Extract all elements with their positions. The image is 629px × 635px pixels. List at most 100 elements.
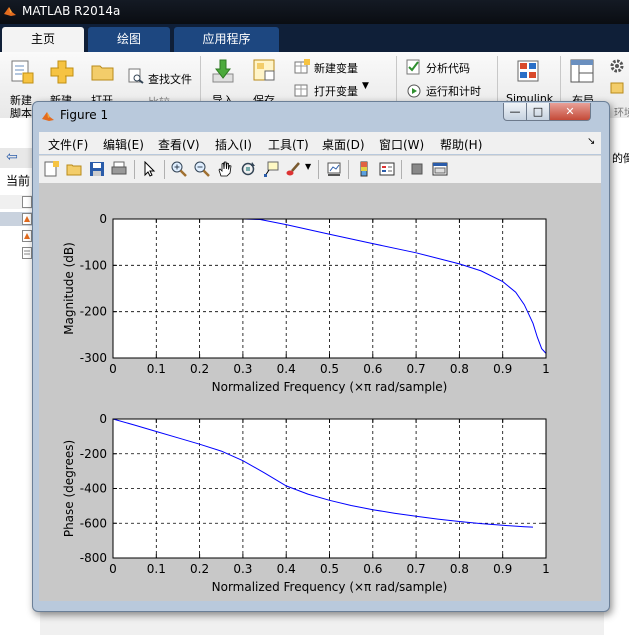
figure-matlab-icon [42, 112, 54, 121]
minimize-button[interactable]: — [503, 103, 527, 121]
x-tick-label: 0.7 [407, 562, 426, 576]
menu-edit[interactable]: 编辑(E) [103, 136, 144, 153]
matlab-title-bar: MATLAB R2014a [0, 0, 629, 24]
open-variable-dropdown-icon[interactable]: ▼ [362, 81, 369, 91]
y-tick-label: 0 [99, 212, 107, 226]
y-tick-label: -200 [80, 447, 107, 461]
brush-icon[interactable] [286, 161, 302, 177]
toolbar-separator [318, 160, 319, 179]
x-tick-label: 0.9 [493, 562, 512, 576]
data-cursor-icon[interactable] [263, 161, 279, 177]
tab-apps[interactable]: 应用程序 [174, 27, 279, 52]
set-path-icon[interactable] [610, 82, 624, 94]
show-plot-tools-icon[interactable] [432, 161, 448, 177]
new-variable-icon[interactable] [294, 59, 310, 75]
pointer-icon[interactable] [142, 161, 158, 177]
preferences-gear-icon[interactable] [609, 58, 625, 74]
matlab-logo-icon [4, 7, 16, 16]
x-tick-label: 0.4 [277, 562, 296, 576]
tab-plots[interactable]: 绘图 [88, 27, 170, 52]
file-row-selected[interactable] [0, 212, 36, 226]
x-tick-label: 0.1 [147, 562, 166, 576]
x-tick-label: 0 [109, 362, 117, 376]
toolbar-separator [134, 160, 135, 179]
y-tick-label: -200 [80, 305, 107, 319]
x-tick-label: 0.8 [450, 562, 469, 576]
open-file-icon[interactable] [66, 161, 82, 177]
back-arrow-icon[interactable]: ⇦ [6, 149, 18, 165]
figure-canvas[interactable]: 0 0.1 0.2 0.3 0.4 0.5 0.6 0.7 0.8 0.9 1 0 -100 -200 -3… [39, 183, 601, 601]
x-tick-label: 0.5 [320, 362, 339, 376]
menu-window[interactable]: 窗口(W) [379, 136, 424, 153]
legend-icon[interactable] [379, 161, 395, 177]
figure-window[interactable]: Figure 1 — □ ✕ 文件(F) 编辑(E) 查看(V) 插入(I) 工… [32, 101, 610, 612]
y-tick-label: -400 [80, 482, 107, 496]
zoom-in-icon[interactable] [171, 161, 187, 177]
x-axis-label: Normalized Frequency (×π rad/sample) [212, 380, 448, 394]
close-button[interactable]: ✕ [549, 103, 591, 121]
save-workspace-icon[interactable] [253, 59, 277, 83]
y-tick-label: -600 [80, 516, 107, 530]
x-tick-label: 0.4 [277, 362, 296, 376]
new-script-icon[interactable] [10, 59, 34, 85]
x-tick-label: 0.3 [233, 362, 252, 376]
x-tick-label: 0.1 [147, 362, 166, 376]
analyze-code-label[interactable]: 分析代码 [426, 60, 470, 76]
y-tick-label: -800 [80, 551, 107, 565]
menu-file[interactable]: 文件(F) [48, 136, 88, 153]
open-variable-icon[interactable] [294, 82, 310, 98]
menu-desktop[interactable]: 桌面(D) [322, 136, 365, 153]
figure-menu-bar: 文件(F) 编辑(E) 查看(V) 插入(I) 工具(T) 桌面(D) 窗口(W… [39, 132, 601, 154]
x-tick-label: 0.3 [233, 562, 252, 576]
open-folder-icon[interactable] [91, 62, 115, 82]
new-plus-icon[interactable] [50, 59, 74, 85]
y-tick-label: 0 [99, 412, 107, 426]
command-window-text: 的倒 [612, 152, 629, 165]
new-variable-label[interactable]: 新建变量 [314, 60, 358, 76]
colorbar-icon[interactable] [356, 161, 372, 177]
link-plot-icon[interactable] [326, 161, 342, 177]
app-title: MATLAB R2014a [22, 4, 121, 18]
dock-arrow-icon[interactable]: ↘ [587, 136, 595, 147]
menu-insert[interactable]: 插入(I) [215, 136, 252, 153]
file-row[interactable] [0, 229, 36, 243]
toolbar-separator [348, 160, 349, 179]
x-tick-label: 0.8 [450, 362, 469, 376]
save-icon[interactable] [89, 161, 105, 177]
new-figure-icon[interactable] [43, 161, 59, 177]
find-files-icon[interactable] [128, 68, 144, 84]
toolbar-separator [164, 160, 165, 179]
maximize-button[interactable]: □ [526, 103, 550, 121]
import-icon[interactable] [211, 58, 235, 84]
analyze-code-icon[interactable] [406, 59, 422, 75]
hide-plot-tools-icon[interactable] [409, 161, 425, 177]
x-tick-label: 0.6 [363, 562, 382, 576]
menu-help[interactable]: 帮助(H) [440, 136, 482, 153]
file-row[interactable] [0, 246, 36, 260]
open-variable-label[interactable]: 打开变量 [314, 83, 358, 99]
run-and-time-icon[interactable] [406, 82, 422, 98]
environment-group-label: 环境 [614, 108, 629, 119]
x-tick-label: 0.2 [190, 362, 209, 376]
run-and-time-label[interactable]: 运行和计时 [426, 83, 481, 99]
print-icon[interactable] [111, 161, 127, 177]
y-axis-label: Phase (degrees) [62, 440, 76, 537]
toolbar-separator [401, 160, 402, 179]
simulink-icon[interactable] [517, 60, 539, 82]
menu-tools[interactable]: 工具(T) [268, 136, 309, 153]
zoom-out-icon[interactable] [194, 161, 210, 177]
menu-view[interactable]: 查看(V) [158, 136, 200, 153]
pan-hand-icon[interactable] [217, 161, 233, 177]
tab-home[interactable]: 主页 [2, 27, 84, 52]
file-row[interactable] [0, 195, 36, 209]
find-files-label[interactable]: 查找文件 [148, 71, 192, 87]
plot-canvas[interactable]: 0 0.1 0.2 0.3 0.4 0.5 0.6 0.7 0.8 0.9 1 0 -100 -200 -3… [39, 183, 601, 601]
script-file-icon [22, 247, 32, 259]
rotate-3d-icon[interactable] [240, 161, 256, 177]
figure-title: Figure 1 [60, 108, 109, 122]
x-tick-label: 0 [109, 562, 117, 576]
x-tick-label: 1 [542, 562, 550, 576]
brush-dropdown-icon[interactable]: ▼ [305, 162, 311, 171]
x-tick-label: 0.6 [363, 362, 382, 376]
layout-icon[interactable] [570, 59, 594, 83]
